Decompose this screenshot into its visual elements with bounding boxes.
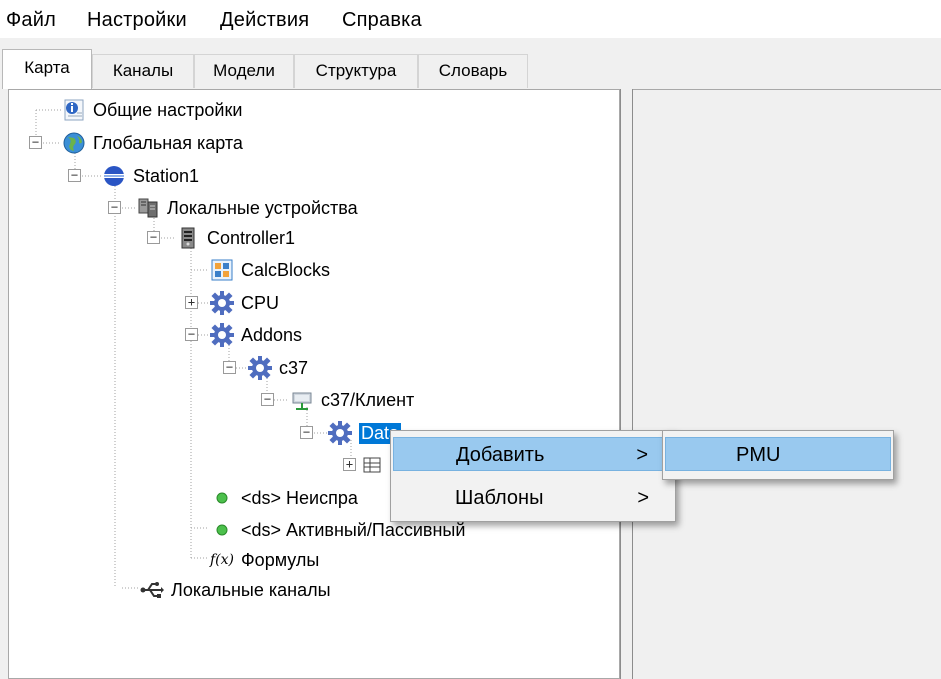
collapse-toggle[interactable]: − <box>29 136 42 149</box>
gear-icon <box>209 290 235 316</box>
tree-label: c37/Клиент <box>321 389 415 410</box>
menu-item-label: Добавить <box>456 444 545 466</box>
collapse-toggle[interactable]: − <box>300 426 313 439</box>
tab-models[interactable]: Модели <box>194 54 294 88</box>
gear-icon <box>209 322 235 348</box>
gear-icon <box>247 355 273 381</box>
devices-icon <box>135 195 161 221</box>
tab-strip: Карта Каналы Модели Структура Словарь <box>0 45 941 89</box>
tree-view[interactable]: Общие настройки − Глобальная карта − Sta… <box>8 89 620 679</box>
tree-node-station1[interactable]: Station1 <box>101 161 199 191</box>
tree-node-c37-client[interactable]: c37/Клиент <box>289 385 414 415</box>
table-icon <box>359 452 385 478</box>
usb-channels-icon <box>139 577 165 603</box>
function-icon: f(x) <box>209 552 234 568</box>
menu-item-label: PMU <box>736 444 781 466</box>
menu-item-pmu[interactable]: PMU <box>665 437 891 471</box>
submenu-add: PMU <box>662 430 894 480</box>
menu-file[interactable]: Файл <box>6 9 56 32</box>
tree-label: Локальные устройства <box>167 197 358 218</box>
tab-structure[interactable]: Структура <box>294 54 418 88</box>
collapse-toggle[interactable]: − <box>185 328 198 341</box>
tab-channels[interactable]: Каналы <box>92 54 194 88</box>
info-document-icon <box>61 97 87 123</box>
tree-node-ds-faulty[interactable]: <ds> Неиспра <box>209 483 358 513</box>
tree-node-c37[interactable]: c37 <box>247 353 308 383</box>
controller-icon <box>175 225 201 251</box>
tree-node-controller1[interactable]: Controller1 <box>175 223 295 253</box>
properties-panel <box>633 89 941 679</box>
tree-label: <ds> Неиспра <box>241 487 358 508</box>
calcblocks-icon <box>209 257 235 283</box>
collapse-toggle[interactable]: − <box>261 393 274 406</box>
tree-node-local-channels[interactable]: Локальные каналы <box>139 575 331 605</box>
tree-node-cpu[interactable]: CPU <box>209 288 279 318</box>
context-menu: Добавить > Шаблоны > <box>390 430 676 522</box>
tree-node-general-settings[interactable]: Общие настройки <box>61 95 242 125</box>
tree-node-formulas[interactable]: f(x) Формулы <box>209 545 319 575</box>
green-dot-icon <box>209 485 235 511</box>
station-icon <box>101 163 127 189</box>
tree-node-data-child[interactable] <box>359 450 391 480</box>
tree-label: Addons <box>241 324 303 345</box>
collapse-toggle[interactable]: − <box>223 361 236 374</box>
tree-label: c37 <box>279 357 309 378</box>
expand-toggle[interactable]: + <box>343 458 356 471</box>
tree-label: Station1 <box>133 165 200 186</box>
tab-map[interactable]: Карта <box>2 49 92 89</box>
tree-node-global-map[interactable]: Глобальная карта <box>61 128 243 158</box>
tree-label: Формулы <box>241 549 320 570</box>
menu-item-add[interactable]: Добавить > <box>393 437 673 471</box>
tab-dictionary[interactable]: Словарь <box>418 54 528 88</box>
menu-item-label: Шаблоны <box>455 487 544 509</box>
globe-icon <box>61 130 87 156</box>
tree-label: Локальные каналы <box>171 579 331 600</box>
tree-label: CalcBlocks <box>241 259 331 280</box>
gear-icon <box>327 420 353 446</box>
collapse-toggle[interactable]: − <box>68 169 81 182</box>
submenu-arrow-icon: > <box>636 444 648 466</box>
collapse-toggle[interactable]: − <box>147 231 160 244</box>
green-dot-icon <box>209 517 235 543</box>
menu-bar: Файл Настройки Действия Справка <box>0 0 941 38</box>
submenu-arrow-icon: > <box>637 487 649 509</box>
menu-settings[interactable]: Настройки <box>87 9 187 32</box>
tree-node-calcblocks[interactable]: CalcBlocks <box>209 255 330 285</box>
expand-toggle[interactable]: + <box>185 296 198 309</box>
menu-item-templates[interactable]: Шаблоны > <box>393 481 673 515</box>
collapse-toggle[interactable]: − <box>108 201 121 214</box>
menu-help[interactable]: Справка <box>342 9 422 32</box>
tree-node-addons[interactable]: Addons <box>209 320 302 350</box>
panel-splitter[interactable] <box>620 89 633 679</box>
tree-label: Общие настройки <box>93 99 243 120</box>
menu-actions[interactable]: Действия <box>220 9 309 32</box>
tree-label: CPU <box>241 292 280 313</box>
tree-label: <ds> Активный/Пассивный <box>241 519 466 540</box>
network-client-icon <box>289 387 315 413</box>
tree-node-local-devices[interactable]: Локальные устройства <box>135 193 358 223</box>
tree-label: Глобальная карта <box>93 132 243 153</box>
tree-label: Controller1 <box>207 227 296 248</box>
